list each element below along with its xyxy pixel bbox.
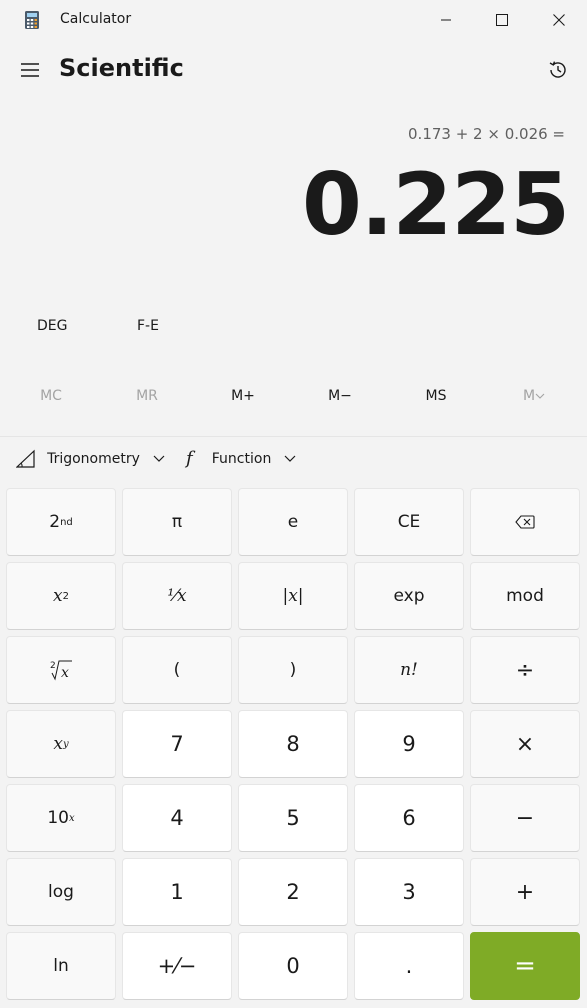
function-f-icon: f <box>186 448 193 469</box>
title-bar: Calculator <box>0 0 587 40</box>
add-button[interactable]: + <box>470 858 580 926</box>
memory-recall-button[interactable]: MR <box>99 388 195 404</box>
chevron-down-icon <box>284 455 296 462</box>
memory-list-label: M <box>522 388 536 404</box>
memory-clear-button[interactable]: MC <box>3 388 99 404</box>
history-button[interactable] <box>540 54 576 86</box>
power-exponent: y <box>62 738 69 750</box>
chevron-down-icon <box>153 455 165 462</box>
svg-text:x: x <box>61 665 69 681</box>
close-icon <box>553 14 565 26</box>
fixed-exponent-button[interactable]: F-E <box>137 318 159 334</box>
absolute-value-button[interactable]: |x| <box>238 562 348 630</box>
function-dropdown[interactable]: f Function <box>186 448 296 476</box>
digit-9-button[interactable]: 9 <box>354 710 464 778</box>
modulo-button[interactable]: mod <box>470 562 580 630</box>
navigation-menu-button[interactable] <box>14 54 46 86</box>
second-superscript: nd <box>60 516 73 528</box>
negate-button[interactable]: +⁄− <box>122 932 232 1000</box>
triangle-angle-icon <box>15 449 35 468</box>
square-root-button[interactable]: 2 x <box>6 636 116 704</box>
page-title: Scientific <box>59 54 184 82</box>
divider <box>0 436 587 437</box>
hamburger-icon <box>21 63 39 77</box>
memory-store-button[interactable]: MS <box>388 388 484 404</box>
minimize-icon <box>441 19 451 21</box>
memory-add-button[interactable]: M+ <box>195 388 291 404</box>
trigonometry-label: Trigonometry <box>47 450 140 467</box>
second-function-button[interactable]: 2nd <box>6 488 116 556</box>
multiply-button[interactable]: × <box>470 710 580 778</box>
square-button[interactable]: x2 <box>6 562 116 630</box>
divide-button[interactable]: ÷ <box>470 636 580 704</box>
pi-button[interactable]: π <box>122 488 232 556</box>
digit-8-button[interactable]: 8 <box>238 710 348 778</box>
svg-text:2: 2 <box>50 661 56 671</box>
subtract-button[interactable]: − <box>470 784 580 852</box>
digit-2-button[interactable]: 2 <box>238 858 348 926</box>
memory-subtract-button[interactable]: M− <box>292 388 388 404</box>
maximize-icon <box>496 14 508 26</box>
minimize-button[interactable] <box>418 0 474 40</box>
power-base: x <box>53 734 63 754</box>
history-icon <box>549 61 566 78</box>
digit-3-button[interactable]: 3 <box>354 858 464 926</box>
power-button[interactable]: xy <box>6 710 116 778</box>
maximize-button[interactable] <box>474 0 530 40</box>
calculator-header: Scientific <box>0 48 587 94</box>
digit-5-button[interactable]: 5 <box>238 784 348 852</box>
exp-button[interactable]: exp <box>354 562 464 630</box>
square-base: x <box>53 586 63 606</box>
ten-power-exponent: x <box>69 812 75 824</box>
log-button[interactable]: log <box>6 858 116 926</box>
digit-4-button[interactable]: 4 <box>122 784 232 852</box>
trigonometry-dropdown[interactable]: Trigonometry <box>15 448 165 476</box>
open-parenthesis-button[interactable]: ( <box>122 636 232 704</box>
digit-1-button[interactable]: 1 <box>122 858 232 926</box>
memory-row: MC MR M+ M− MS M <box>0 384 587 410</box>
equals-button[interactable]: = <box>470 932 580 1000</box>
backspace-button[interactable] <box>470 488 580 556</box>
square-root-icon: 2 x <box>50 660 72 681</box>
calculator-app-icon <box>25 11 39 29</box>
clear-entry-button[interactable]: CE <box>354 488 464 556</box>
window-title: Calculator <box>60 11 132 27</box>
result-display: 0.225 <box>301 155 570 255</box>
memory-list-button[interactable]: M <box>486 388 582 404</box>
ten-power-base: 10 <box>47 808 69 828</box>
natural-log-button[interactable]: ln <box>6 932 116 1000</box>
digit-6-button[interactable]: 6 <box>354 784 464 852</box>
square-exponent: 2 <box>62 590 69 602</box>
factorial-button[interactable]: n! <box>354 636 464 704</box>
second-label: 2 <box>49 512 61 532</box>
ten-power-button[interactable]: 10 x <box>6 784 116 852</box>
backspace-icon <box>515 515 535 529</box>
function-label: Function <box>211 450 272 467</box>
digit-7-button[interactable]: 7 <box>122 710 232 778</box>
chevron-down-icon <box>535 393 545 399</box>
euler-button[interactable]: e <box>238 488 348 556</box>
close-button[interactable] <box>531 0 587 40</box>
digit-0-button[interactable]: 0 <box>238 932 348 1000</box>
angle-unit-button[interactable]: DEG <box>37 318 67 334</box>
reciprocal-button[interactable]: ¹⁄x <box>122 562 232 630</box>
expression-display: 0.173 + 2 × 0.026 = <box>408 125 565 143</box>
close-parenthesis-button[interactable]: ) <box>238 636 348 704</box>
decimal-point-button[interactable]: . <box>354 932 464 1000</box>
